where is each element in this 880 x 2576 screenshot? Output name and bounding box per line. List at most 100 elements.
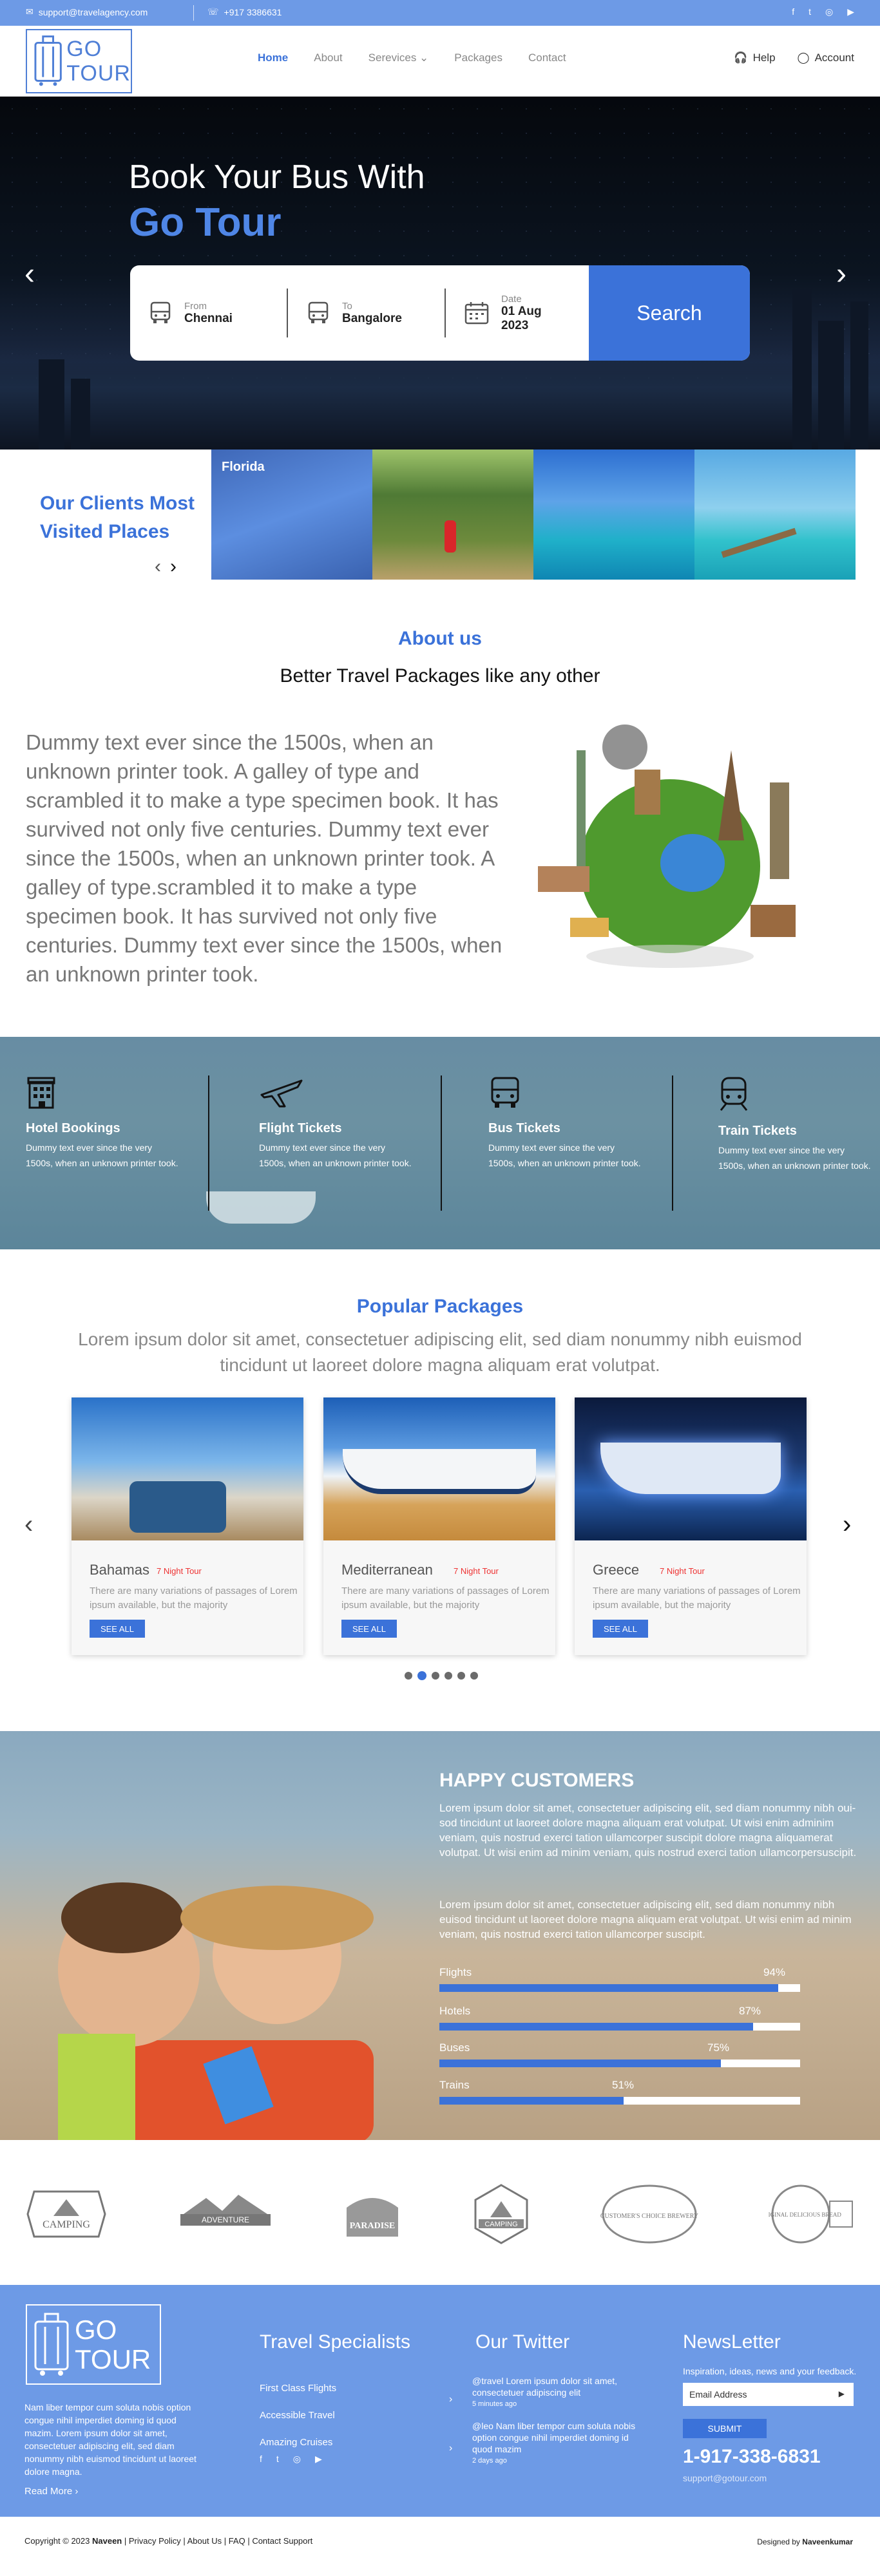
- about-heading: About us: [398, 628, 482, 649]
- see-all-button[interactable]: SEE ALL: [90, 1620, 145, 1638]
- facebook-icon[interactable]: f: [792, 6, 794, 17]
- clients-controls: ‹ ›: [155, 556, 177, 578]
- copyright-bar: Copyright © 2023 Naveen | Privacy Policy…: [0, 2517, 880, 2576]
- newsletter-submit-button[interactable]: SUBMIT: [683, 2419, 767, 2438]
- nav-packages[interactable]: Packages: [454, 52, 502, 64]
- footer-social: f t ◎ ▶: [260, 2454, 322, 2465]
- footer-logo[interactable]: GO TOUR: [26, 2304, 161, 2385]
- place-tile-pier[interactable]: [694, 450, 856, 580]
- bar-pct-trains: 51%: [612, 2079, 635, 2091]
- clients-prev-icon[interactable]: ‹: [155, 556, 161, 578]
- from-label: From: [184, 300, 207, 312]
- user-icon: ◯: [797, 52, 810, 64]
- footer-link[interactable]: Accessible Travel: [260, 2402, 336, 2429]
- service-hotel[interactable]: Hotel Bookings Dummy text ever since the…: [26, 1075, 219, 1171]
- bar-pct-flights: 94%: [763, 1966, 786, 1978]
- package-card[interactable]: Greece 7 Night Tour There are many varia…: [575, 1397, 807, 1655]
- help-link[interactable]: 🎧 Help: [734, 52, 775, 64]
- facebook-icon[interactable]: f: [260, 2454, 262, 2465]
- read-more-link[interactable]: Read More ›: [24, 2486, 78, 2497]
- footer-email[interactable]: support@gotour.com: [683, 2473, 767, 2483]
- footer: GO TOUR Nam liber tempor cum soluta nobi…: [0, 2285, 880, 2517]
- site-logo[interactable]: GO TOUR: [26, 29, 132, 93]
- instagram-icon[interactable]: ◎: [825, 6, 833, 17]
- deck-chair: [129, 1481, 226, 1533]
- footer-phone[interactable]: 1-917-338-6831: [683, 2446, 821, 2468]
- place-tile-florida[interactable]: Florida: [211, 450, 372, 580]
- suitcase-icon: [34, 2313, 69, 2376]
- top-divider: [193, 5, 194, 21]
- building: [850, 301, 868, 450]
- twitter-icon[interactable]: t: [276, 2454, 279, 2465]
- send-arrow-icon[interactable]: ▶: [839, 2389, 845, 2398]
- top-phone[interactable]: ☏ +917 3386631: [207, 6, 282, 17]
- logo-text: GO TOUR: [66, 37, 131, 86]
- youtube-icon[interactable]: ▶: [315, 2454, 322, 2465]
- about-text: Dummy text ever since the 1500s, when an…: [26, 730, 502, 986]
- packages-next-icon[interactable]: ›: [843, 1510, 851, 1539]
- hero-next-arrow[interactable]: ›: [836, 256, 847, 292]
- carousel-dot[interactable]: [457, 1672, 465, 1680]
- tweet[interactable]: @leo Nam liber tempor cum soluta nobis o…: [472, 2420, 640, 2467]
- nav-services[interactable]: Serevices ⌄: [368, 52, 429, 64]
- progress-fill: [439, 2097, 624, 2105]
- traveller-figure: [445, 520, 456, 553]
- building: [71, 379, 90, 450]
- package-card[interactable]: Mediterranean 7 Night Tour There are man…: [323, 1397, 555, 1655]
- package-desc: There are many variations of passages of…: [593, 1586, 801, 1611]
- footer-link[interactable]: First Class Flights: [260, 2375, 336, 2402]
- hotel-icon: [27, 1077, 55, 1109]
- tweet[interactable]: @travel Lorem ipsum dolor sit amet, cons…: [472, 2375, 640, 2410]
- package-card[interactable]: Bahamas 7 Night Tour There are many vari…: [72, 1397, 303, 1655]
- see-all-button[interactable]: SEE ALL: [341, 1620, 397, 1638]
- package-desc: There are many variations of passages of…: [341, 1586, 550, 1611]
- carousel-dot-active[interactable]: [417, 1671, 426, 1680]
- footer-link[interactable]: Amazing Cruises: [260, 2429, 336, 2456]
- nav-contact[interactable]: Contact: [528, 52, 566, 64]
- happy-customers-section: HAPPY CUSTOMERS Lorem ipsum dolor sit am…: [0, 1731, 880, 2140]
- progress-fill: [439, 2023, 754, 2031]
- instagram-icon[interactable]: ◎: [293, 2454, 301, 2465]
- youtube-icon[interactable]: ▶: [847, 6, 854, 17]
- bar-label-trains: Trains: [439, 2079, 470, 2091]
- package-desc: There are many variations of passages of…: [90, 1586, 298, 1611]
- nav-about[interactable]: About: [314, 52, 342, 64]
- service-bus[interactable]: Bus Tickets Dummy text ever since the ve…: [488, 1075, 682, 1171]
- place-tile-temple[interactable]: [372, 450, 533, 580]
- date-field[interactable]: Date 01 Aug 2023: [446, 289, 588, 337]
- service-desc: Dummy text ever since the very 1500s, wh…: [488, 1142, 641, 1168]
- tweet-text: @travel Lorem ipsum dolor sit amet, cons…: [472, 2376, 618, 2398]
- twitter-icon[interactable]: t: [808, 6, 811, 17]
- account-link[interactable]: ◯ Account: [798, 52, 854, 64]
- search-button[interactable]: Search: [589, 265, 750, 361]
- see-all-button[interactable]: SEE ALL: [593, 1620, 648, 1638]
- brand-logo-bread: ORIGINAL DELICIOUS BREAD: [769, 2179, 856, 2249]
- top-email[interactable]: ✉ support@travelagency.com: [26, 6, 148, 17]
- brand-logos: CAMPING ADVENTURE PARADISE CAMPING CUSTO…: [0, 2140, 880, 2285]
- bus-icon: [150, 301, 171, 323]
- copyright-links[interactable]: | Privacy Policy | About Us | FAQ | Cont…: [124, 2536, 312, 2546]
- package-image: [72, 1397, 303, 1540]
- carousel-dot[interactable]: [432, 1672, 439, 1680]
- service-desc: Dummy text ever since the very 1500s, wh…: [718, 1145, 871, 1171]
- packages-prev-icon[interactable]: ‹: [24, 1510, 33, 1539]
- date-label: Date: [501, 293, 522, 305]
- carousel-dot[interactable]: [445, 1672, 452, 1680]
- building: [792, 289, 812, 450]
- to-label: To: [342, 300, 352, 312]
- place-tile-resort[interactable]: [533, 450, 694, 580]
- credit-prefix: Designed by: [757, 2537, 800, 2546]
- carousel-dot[interactable]: [405, 1672, 412, 1680]
- hero-prev-arrow[interactable]: ‹: [24, 256, 35, 292]
- to-field[interactable]: To Bangalore: [288, 289, 446, 337]
- bar-pct-hotels: 87%: [739, 2005, 761, 2017]
- clients-next-icon[interactable]: ›: [170, 556, 177, 578]
- nav-home[interactable]: Home: [258, 52, 288, 64]
- from-field[interactable]: From Chennai: [130, 289, 288, 337]
- service-train[interactable]: Train Tickets Dummy text ever since the …: [718, 1075, 880, 1173]
- newsletter-email-input[interactable]: Email Address ▶: [683, 2383, 854, 2406]
- brand-logo-camping: CAMPING: [24, 2179, 108, 2249]
- service-flight[interactable]: Flight Tickets Dummy text ever since the…: [259, 1075, 452, 1171]
- package-nights: 7 Night Tour: [660, 1566, 705, 1576]
- carousel-dot[interactable]: [470, 1672, 478, 1680]
